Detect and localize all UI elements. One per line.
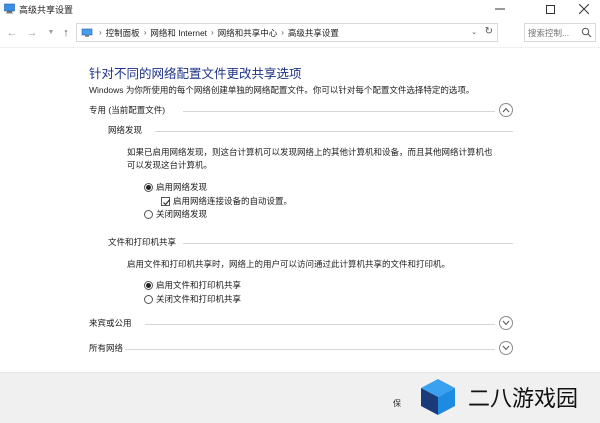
divider bbox=[155, 131, 513, 132]
radio-enable-file-printer-sharing[interactable]: 启用文件和打印机共享 bbox=[144, 279, 241, 291]
radio-label: 启用网络发现 bbox=[156, 182, 208, 192]
subsection-file-printer-sharing: 文件和打印机共享 bbox=[108, 236, 513, 250]
chevron-up-icon bbox=[502, 107, 510, 113]
checkbox-label: 启用网络连接设备的自动设置。 bbox=[173, 196, 293, 206]
network-icon bbox=[81, 28, 93, 37]
section-private-label: 专用 (当前配置文件) bbox=[89, 105, 166, 115]
radio-label: 启用文件和打印机共享 bbox=[156, 280, 242, 290]
radio-disable-file-printer-sharing[interactable]: 关闭文件和打印机共享 bbox=[144, 293, 241, 305]
title-bar: 高级共享设置 bbox=[0, 0, 600, 18]
breadcrumb-network-sharing-center[interactable]: 网络和共享中心 bbox=[218, 27, 278, 39]
divider bbox=[183, 111, 495, 112]
address-bar[interactable]: › 控制面板 › 网络和 Internet › 网络和共享中心 › 高级共享设置… bbox=[76, 23, 498, 42]
minimize-button[interactable] bbox=[480, 0, 520, 18]
divider bbox=[183, 243, 513, 244]
page-title: 针对不同的网络配置文件更改共享选项 bbox=[89, 67, 302, 81]
expand-all-networks-button[interactable] bbox=[499, 341, 513, 355]
search-input[interactable] bbox=[528, 26, 580, 39]
arrow-right-icon: → bbox=[26, 27, 38, 39]
breadcrumb-advanced-sharing[interactable]: 高级共享设置 bbox=[288, 27, 339, 39]
chevron-right-icon[interactable]: › bbox=[281, 28, 284, 37]
brand-text: 二八游戏园 bbox=[468, 386, 579, 411]
radio-label: 关闭文件和打印机共享 bbox=[156, 294, 242, 304]
forward-button[interactable]: → bbox=[26, 26, 38, 40]
radio-button-selected[interactable] bbox=[144, 182, 153, 192]
section-private-profile[interactable]: 专用 (当前配置文件) bbox=[89, 103, 513, 119]
address-dropdown-icon[interactable]: ⌄ bbox=[471, 28, 477, 36]
back-button[interactable]: ← bbox=[6, 26, 18, 40]
navigation-bar: ← → ▼ ↑ › 控制面板 › 网络和 Internet › 网络和共享中心 … bbox=[0, 18, 600, 48]
chevron-down-icon bbox=[502, 345, 510, 351]
page-description: Windows 为你所使用的每个网络创建单独的网络配置文件。你可以针对每个配置文… bbox=[89, 85, 475, 95]
radio-button-selected[interactable] bbox=[144, 280, 153, 290]
section-all-networks-label: 所有网络 bbox=[89, 343, 124, 353]
search-icon[interactable] bbox=[581, 27, 592, 38]
chevron-down-icon: ▼ bbox=[47, 29, 55, 36]
breadcrumb-control-panel[interactable]: 控制面板 bbox=[106, 27, 140, 39]
radio-button[interactable] bbox=[144, 209, 153, 219]
close-icon bbox=[579, 4, 589, 14]
checkmark-icon bbox=[163, 199, 170, 205]
brand-logo-icon bbox=[421, 379, 455, 415]
section-guest-public[interactable]: 来宾或公用 bbox=[89, 316, 513, 332]
network-discovery-description-line: 如果已启用网络发现，则这台计算机可以发现网络上的其他计算机和设备，而且其他网络计… bbox=[127, 147, 493, 157]
section-guest-public-label: 来宾或公用 bbox=[89, 318, 132, 328]
expand-guest-public-button[interactable] bbox=[499, 316, 513, 330]
subsection-network-discovery: 网络发现 bbox=[108, 124, 513, 138]
recent-locations-button[interactable]: ▼ bbox=[45, 26, 57, 40]
window-title: 高级共享设置 bbox=[19, 5, 74, 15]
network-discovery-label: 网络发现 bbox=[108, 125, 143, 135]
radio-label: 关闭网络发现 bbox=[156, 209, 208, 219]
chevron-right-icon[interactable]: › bbox=[144, 28, 147, 37]
breadcrumb-network-internet[interactable]: 网络和 Internet bbox=[150, 27, 207, 39]
checkbox-checked[interactable] bbox=[161, 196, 170, 206]
collapse-private-button[interactable] bbox=[499, 103, 513, 117]
radio-button[interactable] bbox=[144, 294, 153, 304]
section-all-networks[interactable]: 所有网络 bbox=[89, 341, 513, 357]
network-discovery-description-line: 可以发现这台计算机。 bbox=[127, 159, 213, 170]
radio-disable-network-discovery[interactable]: 关闭网络发现 bbox=[144, 208, 207, 220]
file-printer-sharing-label: 文件和打印机共享 bbox=[108, 237, 177, 247]
file-printer-sharing-description: 启用文件和打印机共享时，网络上的用户可以访问通过此计算机共享的文件和打印机。 bbox=[127, 259, 451, 269]
refresh-icon[interactable]: ↻ bbox=[485, 26, 493, 37]
chevron-right-icon: › bbox=[99, 28, 102, 37]
minimize-icon bbox=[495, 8, 505, 10]
checkbox-auto-setup[interactable]: 启用网络连接设备的自动设置。 bbox=[161, 195, 292, 207]
search-box[interactable] bbox=[524, 23, 596, 42]
arrow-up-icon: ↑ bbox=[63, 27, 69, 39]
divider bbox=[145, 324, 495, 325]
maximize-icon bbox=[545, 4, 555, 14]
arrow-left-icon: ← bbox=[6, 27, 18, 39]
network-discovery-description: 如果已启用网络发现，则这台计算机可以发现网络上的其他计算机和设备，而且其他网络计… bbox=[127, 146, 493, 171]
close-button[interactable] bbox=[564, 0, 600, 18]
save-changes-button[interactable]: 保 bbox=[393, 398, 403, 414]
control-panel-icon bbox=[4, 3, 15, 14]
up-button[interactable]: ↑ bbox=[60, 26, 72, 40]
brand-watermark: 二八游戏园 bbox=[418, 374, 594, 420]
chevron-down-icon bbox=[502, 320, 510, 326]
chevron-right-icon[interactable]: › bbox=[211, 28, 214, 37]
divider bbox=[125, 349, 495, 350]
radio-enable-network-discovery[interactable]: 启用网络发现 bbox=[144, 181, 207, 193]
